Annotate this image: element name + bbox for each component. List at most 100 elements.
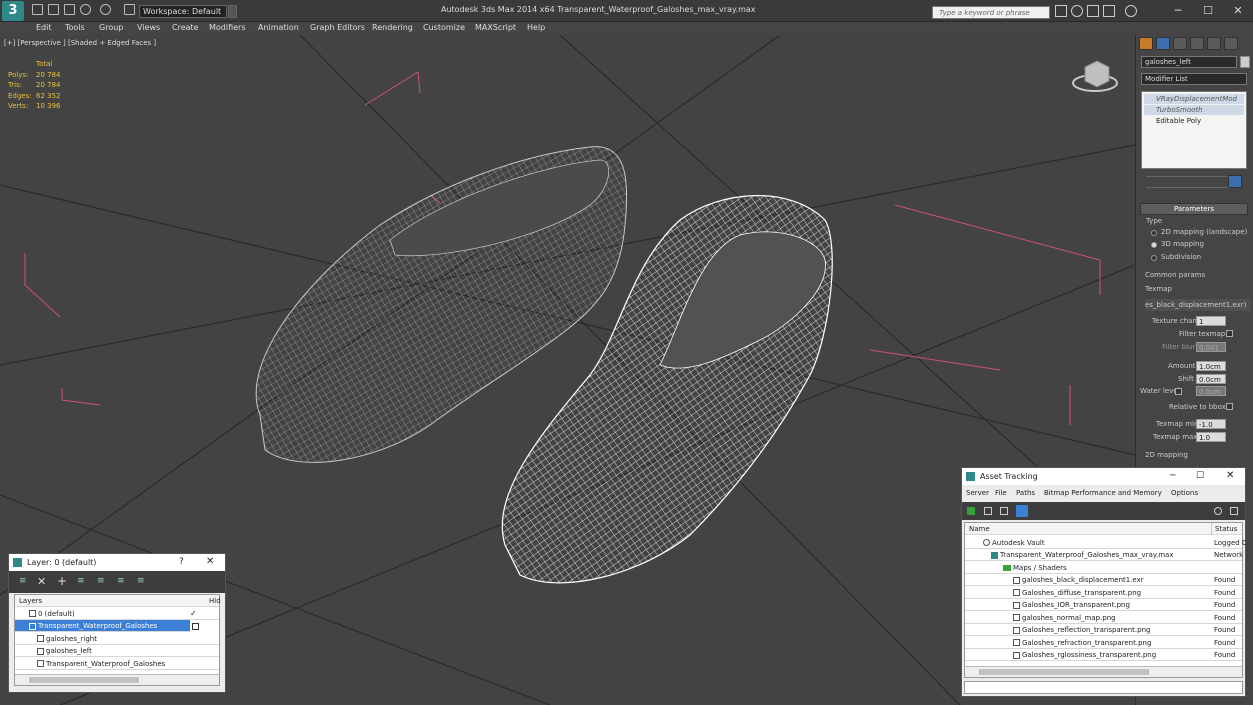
binoculars-icon[interactable] bbox=[1055, 5, 1067, 17]
asset-row-maxfile[interactable]: Transparent_Waterproof_Galoshes_max_vray… bbox=[965, 549, 1243, 562]
workspace-dropdown[interactable]: Workspace: Default bbox=[139, 5, 227, 18]
asset-close-button[interactable]: ✕ bbox=[1226, 470, 1234, 481]
favorites-star-icon[interactable] bbox=[1103, 5, 1115, 17]
viewcube-icon[interactable] bbox=[1072, 60, 1118, 92]
water-level-checkbox[interactable] bbox=[1175, 388, 1182, 395]
layer-close-button[interactable]: ✕ bbox=[206, 556, 214, 567]
water-level-spinner[interactable]: 0.0cm bbox=[1196, 386, 1226, 396]
amount-spinner[interactable]: 1.0cm bbox=[1196, 361, 1226, 371]
scrollbar-thumb[interactable] bbox=[29, 677, 139, 683]
asset-path-field[interactable] bbox=[964, 681, 1243, 694]
hide-all-layers-icon[interactable]: ≡ bbox=[117, 576, 125, 586]
motion-tab-icon[interactable] bbox=[1190, 37, 1204, 50]
menu-help[interactable]: Help bbox=[527, 23, 545, 32]
hierarchy-tab-icon[interactable] bbox=[1173, 37, 1187, 50]
maximize-button[interactable]: ☐ bbox=[1193, 3, 1223, 19]
modifier-stack[interactable]: VRayDisplacementMod TurboSmooth Editable… bbox=[1141, 91, 1247, 169]
asset-menu-paths[interactable]: Paths bbox=[1016, 486, 1035, 500]
asset-row-file[interactable]: Galoshes_reflection_transparent.png Found bbox=[965, 624, 1242, 637]
asset-row-file[interactable]: Galoshes_IOR_transparent.png Found bbox=[965, 599, 1242, 612]
select-in-layer-icon[interactable]: ≡ bbox=[77, 576, 85, 586]
active-layer-check-icon[interactable]: ✓ bbox=[190, 609, 197, 618]
shift-spinner[interactable]: 0.0cm bbox=[1196, 374, 1226, 384]
col-layers[interactable]: Layers bbox=[15, 597, 42, 605]
highlight-layer-icon[interactable]: ≡ bbox=[97, 576, 105, 586]
asset-list[interactable]: Name Status Autodesk Vault Logged C Trans… bbox=[964, 522, 1247, 678]
modify-tab-icon[interactable] bbox=[1156, 37, 1170, 50]
asset-row-maps[interactable]: Maps / Shaders bbox=[965, 562, 1242, 574]
asset-row-file[interactable]: Galoshes_diffuse_transparent.png Found bbox=[965, 587, 1242, 599]
table-view-icon[interactable] bbox=[1016, 505, 1028, 517]
open-file-icon[interactable] bbox=[48, 4, 59, 15]
relative-bbox-checkbox[interactable] bbox=[1226, 403, 1233, 410]
texture-chan-spinner[interactable]: 1 bbox=[1196, 316, 1226, 326]
save-file-icon[interactable] bbox=[64, 4, 75, 15]
layer-list[interactable]: Layers Hid 0 (default) ✓ Transparent_Wat… bbox=[14, 594, 221, 686]
menu-edit[interactable]: Edit bbox=[36, 23, 52, 32]
layer-row-galoshes-group[interactable]: Transparent_Waterproof_Galoshes bbox=[15, 620, 190, 633]
menu-animation[interactable]: Animation bbox=[258, 23, 299, 32]
refresh-icon[interactable] bbox=[967, 507, 975, 515]
project-folder-icon[interactable] bbox=[124, 4, 135, 15]
col-name[interactable]: Name bbox=[965, 525, 990, 533]
texmap-min-spinner[interactable]: -1.0 bbox=[1196, 419, 1226, 429]
workspace-dropdown-arrow-icon[interactable] bbox=[228, 5, 237, 18]
col-hide[interactable]: Hid bbox=[209, 595, 221, 607]
help-icon[interactable] bbox=[1125, 5, 1137, 17]
menu-tools[interactable]: Tools bbox=[65, 23, 85, 32]
texmap-max-spinner[interactable]: 1.0 bbox=[1196, 432, 1226, 442]
asset-row-file[interactable]: Galoshes_rglossiness_transparent.png Foun… bbox=[965, 649, 1242, 662]
stack-tools-toolbar[interactable] bbox=[1146, 176, 1236, 188]
delete-layer-icon[interactable]: ✕ bbox=[37, 575, 46, 588]
layer-row-galoshes-right[interactable]: galoshes_right bbox=[15, 633, 219, 645]
parameters-rollout[interactable]: Parameters bbox=[1140, 203, 1248, 215]
asset-row-file[interactable]: galoshes_normal_map.png Found bbox=[965, 612, 1242, 624]
asset-menu-file[interactable]: File bbox=[995, 486, 1007, 500]
minimize-button[interactable]: ─ bbox=[1163, 3, 1193, 19]
layer-help-button[interactable]: ? bbox=[179, 557, 184, 567]
scrollbar-thumb[interactable] bbox=[979, 669, 1149, 675]
menu-group[interactable]: Group bbox=[99, 23, 123, 32]
asset-help-icon[interactable] bbox=[1214, 507, 1222, 515]
layer-row-galoshes-left[interactable]: galoshes_left bbox=[15, 645, 219, 658]
menu-graph-editors[interactable]: Graph Editors bbox=[310, 23, 365, 32]
freeze-all-layers-icon[interactable]: ≡ bbox=[137, 576, 145, 586]
stack-item-editable-poly[interactable]: Editable Poly bbox=[1144, 116, 1244, 126]
viewport-label[interactable]: [+] [Perspective ] [Shaded + Edged Faces… bbox=[4, 39, 156, 47]
list-view-icon[interactable] bbox=[984, 507, 992, 515]
layer-row-default[interactable]: 0 (default) bbox=[15, 608, 219, 620]
texmap-button[interactable]: es_black_displacement1.exr) bbox=[1145, 299, 1251, 311]
filter-texmap-checkbox[interactable] bbox=[1226, 330, 1233, 337]
layer-window-title[interactable]: Layer: 0 (default) bbox=[9, 554, 225, 571]
layer-hide-checkbox[interactable] bbox=[192, 623, 199, 630]
menu-maxscript[interactable]: MAXScript bbox=[475, 23, 516, 32]
filter-blur-spinner[interactable]: 0.001 bbox=[1196, 342, 1226, 352]
layer-horizontal-scrollbar[interactable] bbox=[15, 674, 219, 685]
asset-row-vault[interactable]: Autodesk Vault Logged C bbox=[965, 537, 1247, 549]
create-tab-icon[interactable] bbox=[1139, 37, 1153, 50]
asset-menu-options[interactable]: Options bbox=[1171, 486, 1198, 500]
radio-3d-mapping[interactable] bbox=[1151, 242, 1157, 248]
asset-maximize-button[interactable]: ☐ bbox=[1196, 471, 1204, 481]
subscription-icon[interactable] bbox=[1071, 5, 1083, 17]
layer-row-galoshes-object[interactable]: Transparent_Waterproof_Galoshes bbox=[15, 658, 219, 670]
object-name-field[interactable]: galoshes_left bbox=[1141, 56, 1237, 68]
menu-customize[interactable]: Customize bbox=[423, 23, 465, 32]
redo-icon[interactable] bbox=[100, 4, 111, 15]
menu-rendering[interactable]: Rendering bbox=[372, 23, 413, 32]
asset-horizontal-scrollbar[interactable] bbox=[965, 666, 1242, 677]
col-status[interactable]: Status bbox=[1211, 523, 1237, 535]
asset-row-file[interactable]: galoshes_black_displacement1.exr Found bbox=[965, 574, 1242, 587]
object-color-swatch[interactable] bbox=[1240, 56, 1250, 68]
app-logo-icon[interactable]: 3 bbox=[2, 1, 24, 21]
new-file-icon[interactable] bbox=[32, 4, 43, 15]
create-layer-icon[interactable]: ≡ bbox=[19, 576, 27, 586]
menu-modifiers[interactable]: Modifiers bbox=[209, 23, 246, 32]
radio-2d-mapping[interactable] bbox=[1151, 230, 1157, 236]
search-input[interactable]: Type a keyword or phrase bbox=[932, 6, 1050, 19]
stack-item-vraydisplacement[interactable]: VRayDisplacementMod bbox=[1144, 94, 1244, 104]
menu-create[interactable]: Create bbox=[172, 23, 199, 32]
utilities-tab-icon[interactable] bbox=[1224, 37, 1238, 50]
detail-view-icon[interactable] bbox=[1000, 507, 1008, 515]
add-to-layer-icon[interactable]: + bbox=[57, 574, 67, 588]
